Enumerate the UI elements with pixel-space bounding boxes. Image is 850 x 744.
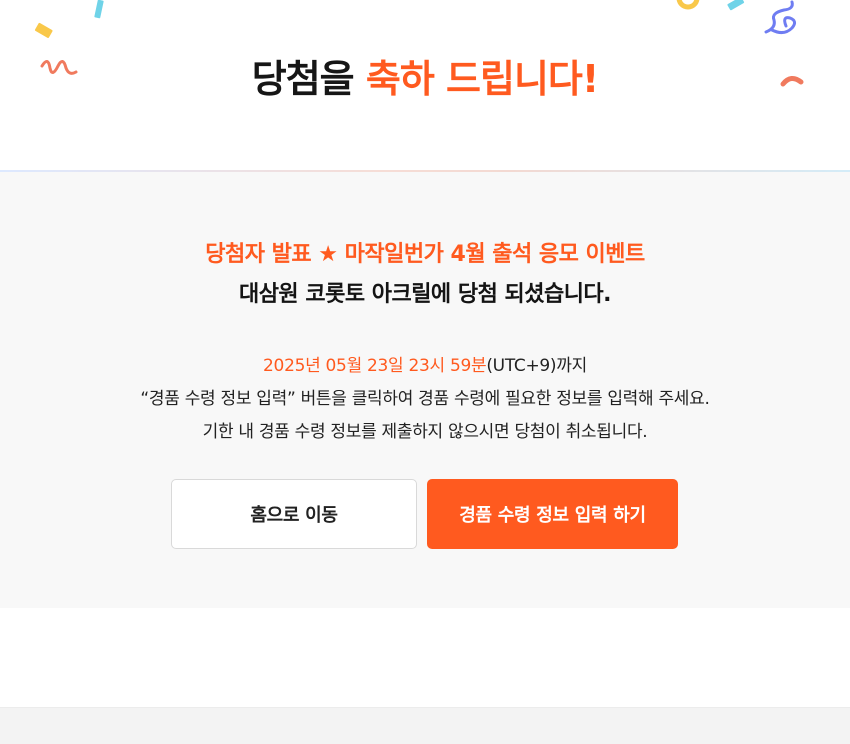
title-accent: 축하 드립니다! xyxy=(365,57,599,101)
home-button[interactable]: 홈으로 이동 xyxy=(171,479,417,549)
prize-result: 대삼원 코롯토 아크릴에 당첨 되셨습니다. xyxy=(238,282,612,307)
deadline-line: 2025년 05월 23일 23시 59분(UTC+9)까지 xyxy=(0,351,850,376)
confetti-yellow-piece xyxy=(34,22,53,38)
event-announcement: 당첨자 발표 ★ 마작일번가 4월 출석 응모 이벤트 xyxy=(205,242,645,267)
cancellation-notice: 기한 내 경품 수령 정보를 제출하지 않으시면 당첨이 취소됩니다. xyxy=(202,422,648,442)
confetti-cyan-piece xyxy=(94,0,104,19)
footer-band xyxy=(0,707,850,744)
instruction-line: “경품 수령 정보 입력” 버튼을 클릭하여 경품 수령에 필요한 정보를 입력… xyxy=(140,389,710,409)
confetti-yellow-ring xyxy=(676,0,700,10)
page-title: 당첨을 축하 드립니다! xyxy=(0,48,850,103)
deadline-date: 2025년 05월 23일 23시 59분 xyxy=(263,356,487,376)
prize-info-button[interactable]: 경품 수령 정보 입력 하기 xyxy=(427,479,678,549)
confetti-blue-spiral xyxy=(764,0,797,35)
deadline-suffix: (UTC+9)까지 xyxy=(486,356,587,376)
title-prefix: 당첨을 xyxy=(251,57,366,101)
confetti-cyan-piece-right xyxy=(727,0,745,11)
celebration-header: 당첨을 축하 드립니다! xyxy=(0,0,850,170)
